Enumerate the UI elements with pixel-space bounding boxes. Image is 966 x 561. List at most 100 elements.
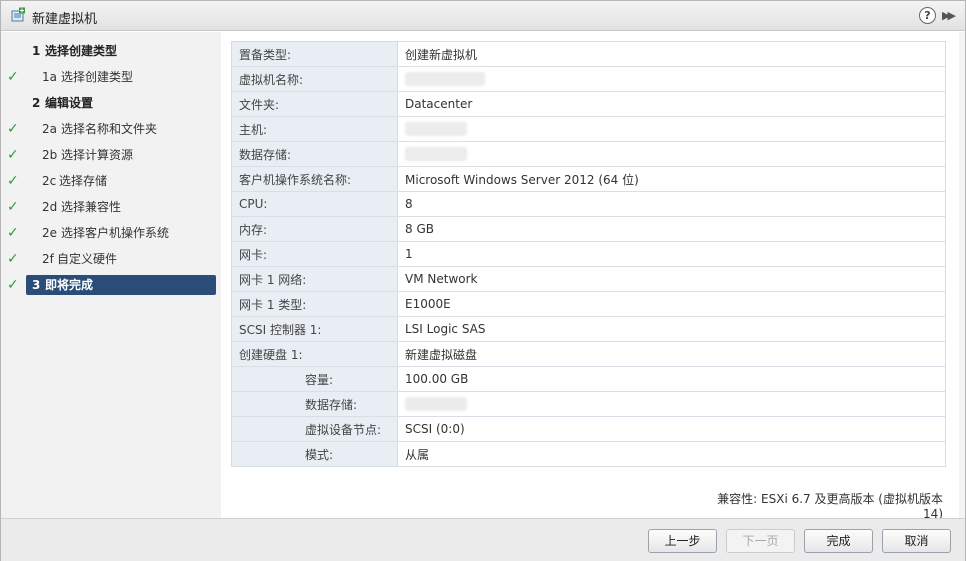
nav-step-3[interactable]: 3 即将完成 (26, 275, 216, 295)
check-icon: ✓ (7, 121, 19, 137)
nav-step-num: 2c (42, 174, 57, 188)
summary-key: 模式: (231, 441, 398, 467)
redacted-value (405, 147, 467, 162)
table-row: 置备类型: 创建新虚拟机 (231, 41, 946, 67)
nav-step-2d[interactable]: ✓ 2d 选择兼容性 (1, 196, 221, 218)
table-row: 数据存储: (231, 141, 946, 167)
summary-key: 文件夹: (231, 91, 398, 117)
scrollbar[interactable] (959, 32, 965, 518)
table-row: 内存: 8 GB (231, 216, 946, 242)
summary-value: 1 (397, 241, 946, 267)
summary-key: 客户机操作系统名称: (231, 166, 398, 192)
finish-button[interactable]: 完成 (804, 529, 873, 553)
cancel-button[interactable]: 取消 (882, 529, 951, 553)
summary-key: 创建硬盘 1: (231, 341, 398, 367)
summary-key: 网卡 1 类型: (231, 291, 398, 317)
summary-value: 创建新虚拟机 (397, 41, 946, 67)
table-row: 网卡 1 类型: E1000E (231, 291, 946, 317)
nav-step-label: 选择创建类型 (45, 44, 118, 58)
check-icon: ✓ (7, 173, 19, 189)
summary-key: 网卡 1 网络: (231, 266, 398, 292)
nav-step-num: 2b (42, 148, 58, 162)
summary-key: 虚拟设备节点: (231, 416, 398, 442)
nav-step-num: 2d (42, 200, 58, 214)
table-row: 主机: (231, 116, 946, 142)
table-row: 网卡 1 网络: VM Network (231, 266, 946, 292)
redacted-value (405, 397, 467, 412)
summary-value: 从属 (397, 441, 946, 467)
nav-step-num: 2 (32, 96, 41, 110)
dialog-title: 新建虚拟机 (32, 12, 98, 27)
nav-step-num: 2e (42, 226, 58, 240)
nav-step-label: 选择客户机操作系统 (61, 226, 170, 240)
nav-step-label: 选择存储 (59, 174, 108, 188)
table-row: 容量: 100.00 GB (231, 366, 946, 392)
nav-step-num: 1 (32, 44, 41, 58)
redacted-value (405, 122, 467, 137)
table-row: 虚拟机名称: (231, 66, 946, 92)
summary-value: 100.00 GB (397, 366, 946, 392)
next-button[interactable]: 下一页 (726, 529, 795, 553)
summary-key: 虚拟机名称: (231, 66, 398, 92)
table-row: 网卡: 1 (231, 241, 946, 267)
nav-step-2c[interactable]: ✓ 2c 选择存储 (1, 170, 221, 192)
check-icon: ✓ (7, 251, 19, 267)
summary-key: CPU: (231, 191, 398, 217)
summary-key: 内存: (231, 216, 398, 242)
new-vm-dialog: 新建虚拟机 ? ▶▶ 1 选择创建类型 ✓ 1a 选择创建类型 2 编辑设置 ✓… (0, 0, 966, 561)
table-row: 客户机操作系统名称: Microsoft Windows Server 2012… (231, 166, 946, 192)
summary-value-redacted (397, 141, 946, 167)
summary-key: 网卡: (231, 241, 398, 267)
nav-step-2e[interactable]: ✓ 2e 选择客户机操作系统 (1, 222, 221, 244)
back-button[interactable]: 上一步 (648, 529, 717, 553)
nav-step-label: 编辑设置 (45, 96, 94, 110)
table-row: 模式: 从属 (231, 441, 946, 467)
nav-step-label: 选择名称和文件夹 (61, 122, 158, 136)
nav-step-num: 3 (32, 278, 41, 292)
summary-key: 数据存储: (231, 141, 398, 167)
nav-step-num: 2f (42, 252, 54, 266)
table-row: 创建硬盘 1: 新建虚拟磁盘 (231, 341, 946, 367)
dialog-footer: 上一步 下一页 完成 取消 (1, 518, 965, 561)
summary-value: Microsoft Windows Server 2012 (64 位) (397, 166, 946, 192)
nav-step-2b[interactable]: ✓ 2b 选择计算资源 (1, 144, 221, 166)
table-row: 文件夹: Datacenter (231, 91, 946, 117)
check-icon: ✓ (7, 199, 19, 215)
nav-step-label: 选择创建类型 (61, 70, 134, 84)
summary-value-redacted (397, 391, 946, 417)
summary-key: 主机: (231, 116, 398, 142)
check-icon: ✓ (7, 69, 19, 85)
compatibility-note: 兼容性: ESXi 6.7 及更高版本 (虚拟机版本 14) (717, 492, 943, 521)
title-bar: 新建虚拟机 ? ▶▶ (1, 1, 965, 31)
nav-step-label: 选择兼容性 (61, 200, 122, 214)
nav-step-label: 选择计算资源 (61, 148, 134, 162)
summary-value: SCSI (0:0) (397, 416, 946, 442)
wizard-steps-nav: 1 选择创建类型 ✓ 1a 选择创建类型 2 编辑设置 ✓ 2a 选择名称和文件… (1, 32, 221, 518)
summary-key: 数据存储: (231, 391, 398, 417)
summary-key: SCSI 控制器 1: (231, 316, 398, 342)
help-icon[interactable]: ? (919, 7, 936, 24)
summary-table: 置备类型: 创建新虚拟机 虚拟机名称: 文件夹: Datacenter 主机: … (231, 41, 946, 467)
new-vm-icon (11, 7, 25, 22)
nav-step-label: 自定义硬件 (57, 252, 118, 266)
nav-step-1: 1 选择创建类型 (1, 40, 221, 62)
summary-value: LSI Logic SAS (397, 316, 946, 342)
check-icon: ✓ (7, 277, 19, 293)
summary-panel: 置备类型: 创建新虚拟机 虚拟机名称: 文件夹: Datacenter 主机: … (222, 32, 965, 521)
summary-value: E1000E (397, 291, 946, 317)
summary-value: 8 (397, 191, 946, 217)
nav-step-2f[interactable]: ✓ 2f 自定义硬件 (1, 248, 221, 270)
expand-icon[interactable]: ▶▶ (942, 7, 960, 25)
summary-value: Datacenter (397, 91, 946, 117)
summary-key: 置备类型: (231, 41, 398, 67)
nav-step-2: 2 编辑设置 (1, 92, 221, 114)
check-icon: ✓ (7, 147, 19, 163)
summary-value-redacted (397, 66, 946, 92)
table-row: CPU: 8 (231, 191, 946, 217)
nav-step-1a[interactable]: ✓ 1a 选择创建类型 (1, 66, 221, 88)
summary-value: VM Network (397, 266, 946, 292)
table-row: 虚拟设备节点: SCSI (0:0) (231, 416, 946, 442)
nav-step-2a[interactable]: ✓ 2a 选择名称和文件夹 (1, 118, 221, 140)
summary-value-redacted (397, 116, 946, 142)
table-row: SCSI 控制器 1: LSI Logic SAS (231, 316, 946, 342)
